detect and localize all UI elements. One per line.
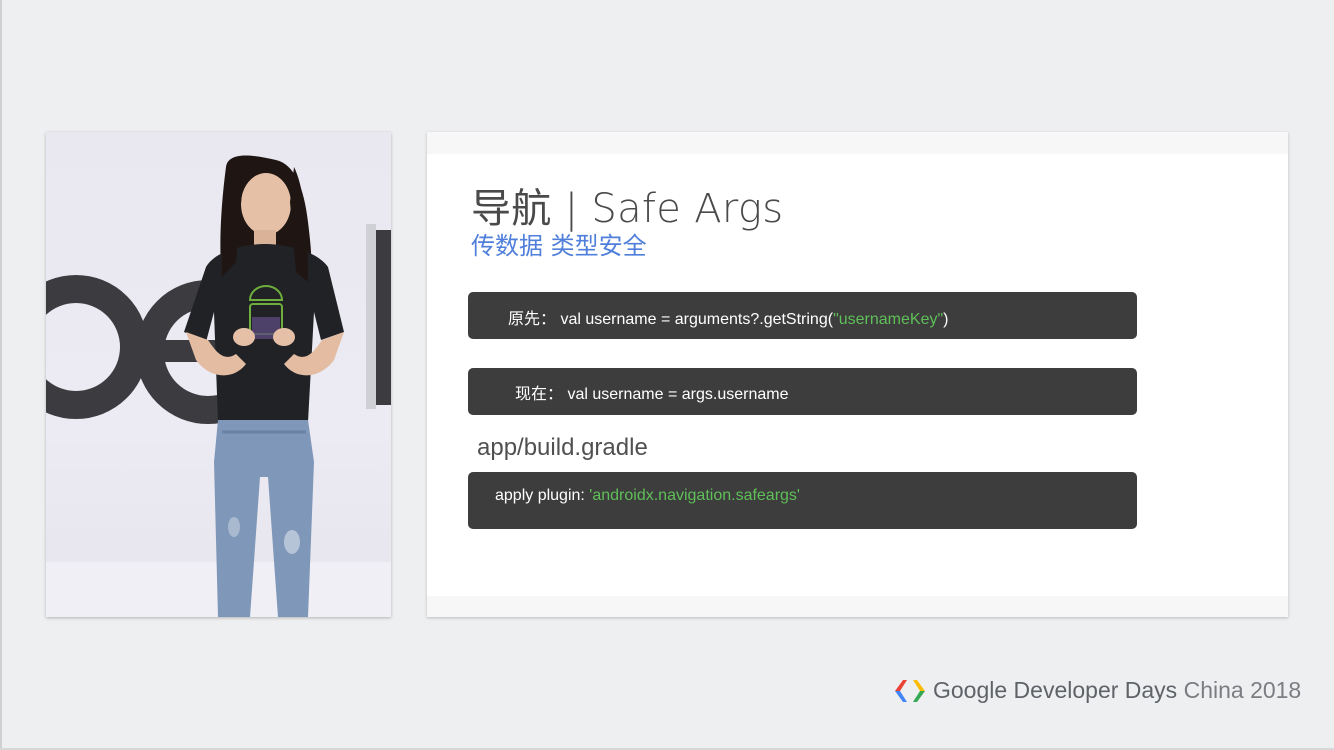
- code-block-plugin: apply plugin: 'androidx.navigation.safea…: [468, 472, 1137, 529]
- before-code: val username = arguments?.getString(: [560, 311, 834, 328]
- speaker-video: [46, 132, 391, 617]
- gradle-file-label: app/build.gradle: [477, 434, 648, 461]
- frame-edge: [0, 0, 2, 750]
- code-block-after: 现在： val username = args.username: [468, 368, 1137, 415]
- speaker-video-feed: [46, 155, 391, 617]
- plugin-string-literal: 'androidx.navigation.safeargs': [589, 487, 800, 504]
- code-line-before: 原先： val username = arguments?.getString(…: [508, 312, 948, 328]
- code-line-after: 现在： val username = args.username: [515, 387, 788, 403]
- speaker-figure: [184, 155, 344, 617]
- before-code-suffix: ): [943, 311, 949, 328]
- before-string-literal: "usernameKey": [833, 311, 944, 328]
- event-edition: China 2018: [1183, 677, 1302, 703]
- code-line-plugin: apply plugin: 'androidx.navigation.safea…: [495, 488, 800, 504]
- event-name: Google Developer Days China 2018: [933, 677, 1301, 704]
- event-brand: Google Developer Days: [933, 677, 1178, 703]
- before-label: 原先：: [508, 311, 557, 328]
- plugin-code: apply plugin:: [495, 487, 590, 504]
- slide-subtitle: 传数据 类型安全: [471, 232, 647, 260]
- code-block-before: 原先： val username = arguments?.getString(…: [468, 292, 1137, 339]
- after-label: 现在：: [515, 386, 564, 403]
- after-code: val username = args.username: [567, 386, 789, 403]
- presentation-slide: 导航 | Safe Args 传数据 类型安全 原先： val username…: [427, 132, 1288, 617]
- gdd-chevrons-icon: [895, 680, 925, 702]
